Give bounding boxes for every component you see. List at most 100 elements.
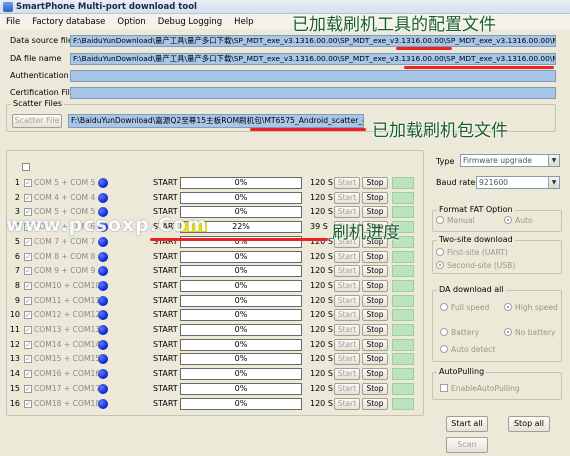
port-stop-button[interactable]: Stop (362, 279, 388, 292)
status-dot-icon (98, 178, 108, 188)
radio-icon (440, 328, 448, 336)
port-start-button[interactable]: Start (334, 397, 360, 410)
no-battery-radio[interactable]: No battery (504, 328, 555, 337)
menu-debug-logging[interactable]: Debug Logging (158, 17, 222, 27)
port-start-button[interactable]: Start (334, 353, 360, 366)
battery-radio[interactable]: Battery (440, 328, 479, 337)
port-stop-button[interactable]: Stop (362, 324, 388, 336)
port-start-button[interactable]: Start (334, 309, 360, 322)
port-stop-button[interactable]: Stop (362, 382, 388, 395)
two-site-legend: Two-site download (437, 235, 515, 244)
port-stop-button[interactable]: Stop (362, 368, 388, 381)
da-file-field[interactable]: F:\BaiduYunDownload\量产工具\量产多口下载\SP_MDT_e… (70, 53, 556, 65)
menu-option[interactable]: Option (117, 17, 145, 27)
certification-field[interactable] (70, 87, 556, 99)
port-status-indicator (392, 368, 414, 381)
port-stop-button[interactable]: Stop (362, 191, 388, 204)
port-number: 11 (9, 325, 20, 334)
port-stop-button[interactable]: Stop (362, 294, 388, 307)
progress-percent: 0% (234, 398, 248, 408)
port-start-button[interactable]: Start (334, 382, 360, 395)
select-all-checkbox[interactable] (22, 163, 30, 171)
menu-factory-database[interactable]: Factory database (32, 17, 105, 27)
progress-bar: 0% (180, 338, 302, 351)
port-start-button[interactable]: Start (334, 338, 360, 351)
port-stop-button[interactable]: Stop (362, 309, 388, 322)
port-row: 9 ✓ COM11 + COM11 START 0% 120 S Start Stop (8, 294, 420, 308)
menu-help[interactable]: Help (234, 17, 253, 27)
port-checkbox[interactable]: ✓ (24, 267, 32, 276)
first-site-radio[interactable]: First-site (UART) (436, 248, 508, 257)
port-row: 11 ✓ COM13 + COM13 START 0% 120 S Start Stop (8, 323, 420, 337)
menu-file[interactable]: File (6, 17, 20, 27)
port-checkbox[interactable]: ✓ (24, 340, 32, 349)
data-source-label: Data source file (10, 36, 73, 45)
progress-percent: 0% (234, 383, 248, 393)
port-checkbox[interactable]: ✓ (24, 179, 32, 187)
port-start-button[interactable]: Start (334, 250, 360, 263)
status-dot-icon (98, 266, 108, 277)
fat-auto-radio[interactable]: Auto (504, 216, 533, 225)
status-dot-icon (98, 369, 108, 380)
radio-icon (440, 345, 448, 353)
port-stop-button[interactable]: Stop (362, 338, 388, 351)
port-number: 9 (14, 295, 20, 305)
radio-selected-icon (504, 328, 512, 336)
data-source-field[interactable]: F:\BaiduYunDownload\量产工具\量产多口下载\SP_MDT_e… (70, 35, 556, 47)
radio-icon (440, 303, 448, 311)
auto-detect-radio[interactable]: Auto detect (440, 345, 495, 354)
port-checkbox[interactable]: ✓ (24, 252, 32, 261)
type-select[interactable]: Firmware upgrade ▼ (460, 154, 560, 167)
port-status-indicator (392, 309, 414, 322)
port-start-button[interactable]: Start (334, 265, 360, 278)
port-checkbox[interactable]: ✓ (24, 370, 32, 379)
port-checkbox[interactable]: ✓ (24, 311, 32, 320)
port-checkbox[interactable]: ✓ (24, 384, 32, 393)
authentication-field[interactable] (70, 70, 556, 82)
port-checkbox[interactable]: ✓ (24, 193, 32, 202)
port-checkbox[interactable]: ✓ (24, 296, 32, 305)
port-timeout: 120 S (310, 339, 333, 349)
port-checkbox[interactable]: ✓ (24, 326, 32, 334)
port-row: 15 ✓ COM17 + COM17 START 0% 120 S Start Stop (8, 382, 420, 396)
radio-selected-icon (504, 303, 512, 311)
enable-autopulling-checkbox[interactable]: EnableAutoPulling (440, 384, 520, 393)
port-start-button[interactable]: Start (334, 191, 360, 204)
chevron-down-icon: ▼ (548, 155, 559, 166)
port-checkbox[interactable]: ✓ (24, 355, 32, 364)
progress-bar: 0% (180, 368, 302, 381)
port-stop-button[interactable]: Stop (362, 397, 388, 410)
high-speed-radio[interactable]: High speed (504, 303, 558, 312)
full-speed-radio[interactable]: Full speed (440, 303, 489, 312)
scan-button[interactable]: Scan (446, 437, 488, 453)
port-checkbox[interactable]: ✓ (24, 399, 32, 408)
port-start-button[interactable]: Start (334, 294, 360, 307)
port-start-button[interactable]: Start (334, 324, 360, 336)
status-dot-icon (98, 251, 108, 262)
port-start-button[interactable]: Start (334, 279, 360, 292)
port-checkbox[interactable]: ✓ (24, 237, 32, 246)
port-checkbox[interactable]: ✓ (24, 281, 32, 290)
port-state: START (153, 398, 178, 408)
port-stop-button[interactable]: Stop (362, 250, 388, 263)
status-dot-icon (98, 354, 108, 365)
baud-rate-select[interactable]: 921600 ▼ (476, 176, 560, 189)
port-start-button[interactable]: Start (334, 368, 360, 381)
stop-all-button[interactable]: Stop all (508, 416, 550, 432)
scatter-file-path[interactable]: F:\BaiduYunDownload\嘉源Q2至尊15主板ROM刷机包\MT6… (68, 114, 364, 128)
status-dot-icon (98, 295, 108, 306)
port-stop-button[interactable]: Stop (362, 265, 388, 278)
progress-bar: 0% (180, 250, 302, 263)
port-stop-button[interactable]: Stop (362, 177, 388, 189)
port-stop-button[interactable]: Stop (362, 353, 388, 366)
port-stop-button[interactable]: Stop (362, 206, 388, 219)
scatter-file-button[interactable]: Scatter File (12, 114, 62, 128)
fat-manual-radio[interactable]: Manual (436, 216, 475, 225)
port-start-button[interactable]: Start (334, 177, 360, 189)
port-timeout: 39 S (310, 222, 328, 232)
port-timeout: 120 S (310, 207, 333, 217)
start-all-button[interactable]: Start all (446, 416, 488, 432)
second-site-radio[interactable]: Second-site (USB) (436, 261, 515, 270)
port-start-button[interactable]: Start (334, 206, 360, 219)
progress-bar: 0% (180, 279, 302, 292)
